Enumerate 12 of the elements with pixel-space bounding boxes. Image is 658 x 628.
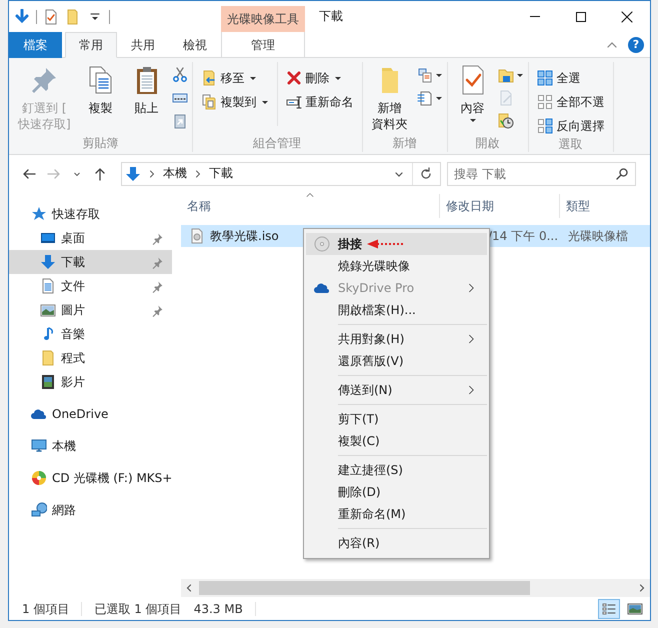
group-label: 剪貼簿 — [81, 135, 120, 152]
group-label: 開啟 — [474, 135, 501, 152]
selection-size: 43.3 MB — [194, 602, 243, 616]
group-label: 選取 — [558, 136, 584, 153]
window-title: 下載 — [319, 8, 343, 25]
group-label: 組合管理 — [252, 135, 302, 152]
selection-info: 已選取 1 個項目 — [94, 600, 182, 618]
tool-group-header: 光碟映像工具 — [221, 6, 305, 32]
file-type: 光碟映像檔 — [568, 228, 628, 244]
file-name: 教學光碟.iso — [210, 228, 279, 244]
group-label: 新增 — [392, 135, 418, 152]
item-count: 1 個項目 — [22, 600, 70, 618]
